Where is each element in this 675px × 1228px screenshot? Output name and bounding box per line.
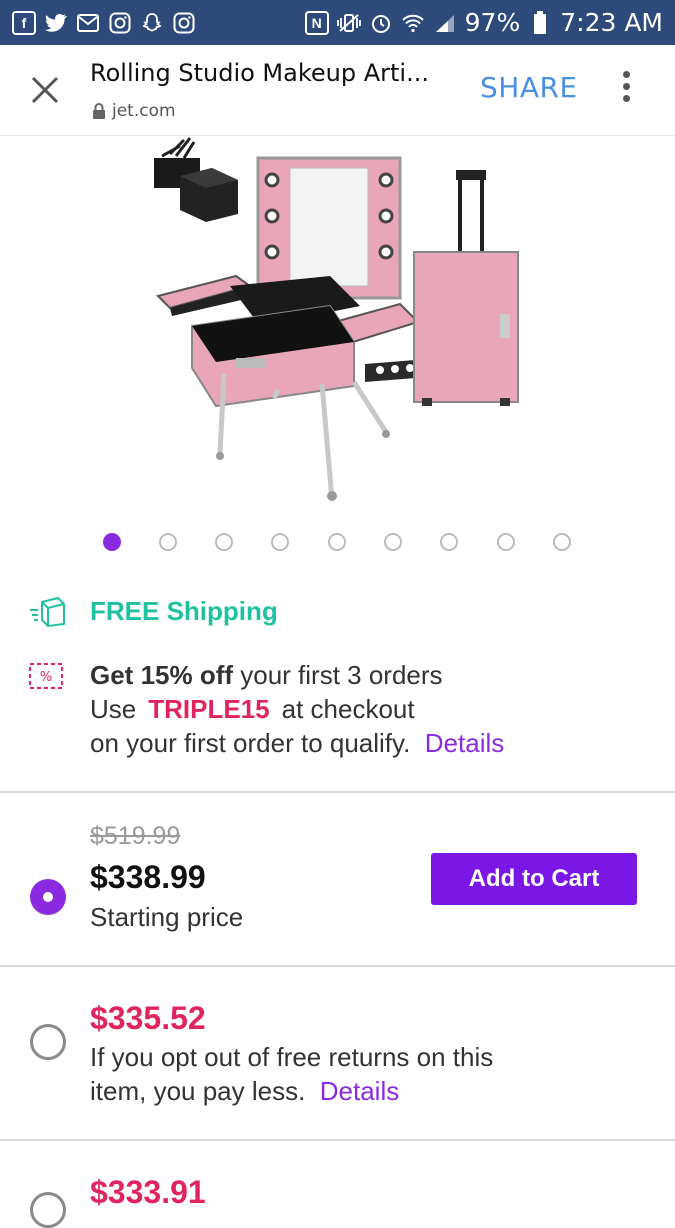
- alarm-icon: [369, 11, 393, 35]
- status-bar: f N 97% 7:23 AM: [0, 0, 675, 45]
- promo-headline: Get 15% off your first 3 orders: [90, 660, 443, 690]
- browser-toolbar: Rolling Studio Makeup Arti... jet.com SH…: [0, 45, 675, 136]
- third-option-price: $333.91: [90, 1174, 206, 1210]
- clock: 7:23 AM: [560, 8, 663, 37]
- lock-icon: [93, 103, 105, 119]
- promo-code-line: Use TRIPLE15 at checkout: [90, 694, 415, 724]
- gmail-icon: [76, 11, 100, 35]
- page-title: Rolling Studio Makeup Arti...: [90, 59, 429, 87]
- carousel-dot[interactable]: [384, 533, 402, 551]
- starting-price: $338.99: [90, 859, 206, 895]
- instagram-icon: [172, 11, 196, 35]
- carousel-dot[interactable]: [497, 533, 515, 551]
- no-returns-price: $335.52: [90, 1000, 206, 1036]
- makeup-case-illustration: [154, 137, 519, 501]
- wifi-icon: [401, 11, 425, 35]
- instagram-icon: [108, 11, 132, 35]
- carousel-dot[interactable]: [328, 533, 346, 551]
- option-radio-third[interactable]: [30, 1192, 66, 1228]
- carousel-dot[interactable]: [159, 533, 177, 551]
- facebook-icon: f: [12, 10, 36, 35]
- domain-text: jet.com: [112, 101, 176, 121]
- svg-text:%: %: [40, 670, 52, 685]
- product-image[interactable]: [140, 136, 535, 506]
- free-shipping-label: FREE Shipping: [90, 596, 278, 626]
- promo-code: TRIPLE15: [148, 694, 270, 724]
- starting-price-label: Starting price: [90, 902, 244, 932]
- no-returns-details-link[interactable]: Details: [320, 1076, 399, 1106]
- carousel-dot[interactable]: [103, 533, 121, 551]
- battery-percent: 97%: [464, 8, 521, 37]
- system-icons: N 97% 7:23 AM: [304, 8, 663, 37]
- original-price: $519.99: [90, 822, 181, 850]
- add-to-cart-button[interactable]: Add to Cart: [431, 853, 637, 905]
- divider: [0, 965, 675, 967]
- share-button[interactable]: SHARE: [480, 71, 578, 104]
- nfc-icon: N: [304, 10, 329, 35]
- signal-icon: [433, 11, 457, 35]
- twitter-icon: [44, 11, 68, 35]
- lower-case: [191, 304, 355, 408]
- option-radio-starting-price[interactable]: [30, 879, 66, 915]
- divider: [0, 1139, 675, 1141]
- close-icon: [31, 76, 59, 104]
- no-returns-description: If you opt out of free returns on this i…: [90, 1042, 494, 1106]
- carousel-dot[interactable]: [271, 533, 289, 551]
- page-domain: jet.com: [92, 101, 176, 121]
- shipping-box-icon: [28, 596, 68, 628]
- image-carousel-indicator: [0, 533, 675, 555]
- notification-icons: f: [12, 10, 196, 35]
- more-options-button[interactable]: [612, 71, 640, 111]
- snapchat-icon: [140, 11, 164, 35]
- trolley-case: [413, 170, 519, 406]
- option-radio-no-free-returns[interactable]: [30, 1024, 66, 1060]
- carousel-dot[interactable]: [215, 533, 233, 551]
- carousel-dot[interactable]: [553, 533, 571, 551]
- more-vertical-icon: [622, 71, 630, 78]
- discount-tag-icon: %: [28, 662, 64, 690]
- divider: [0, 791, 675, 793]
- brush-holder: [154, 137, 238, 222]
- promo-details-link[interactable]: Details: [425, 728, 504, 758]
- promo-qualify-line: on your first order to qualify. Details: [90, 728, 505, 758]
- close-button[interactable]: [22, 67, 68, 113]
- promo-message: Get 15% off your first 3 orders Use TRIPL…: [90, 658, 504, 760]
- battery-icon: [528, 10, 552, 35]
- vibrate-icon: [336, 11, 361, 35]
- carousel-dot[interactable]: [440, 533, 458, 551]
